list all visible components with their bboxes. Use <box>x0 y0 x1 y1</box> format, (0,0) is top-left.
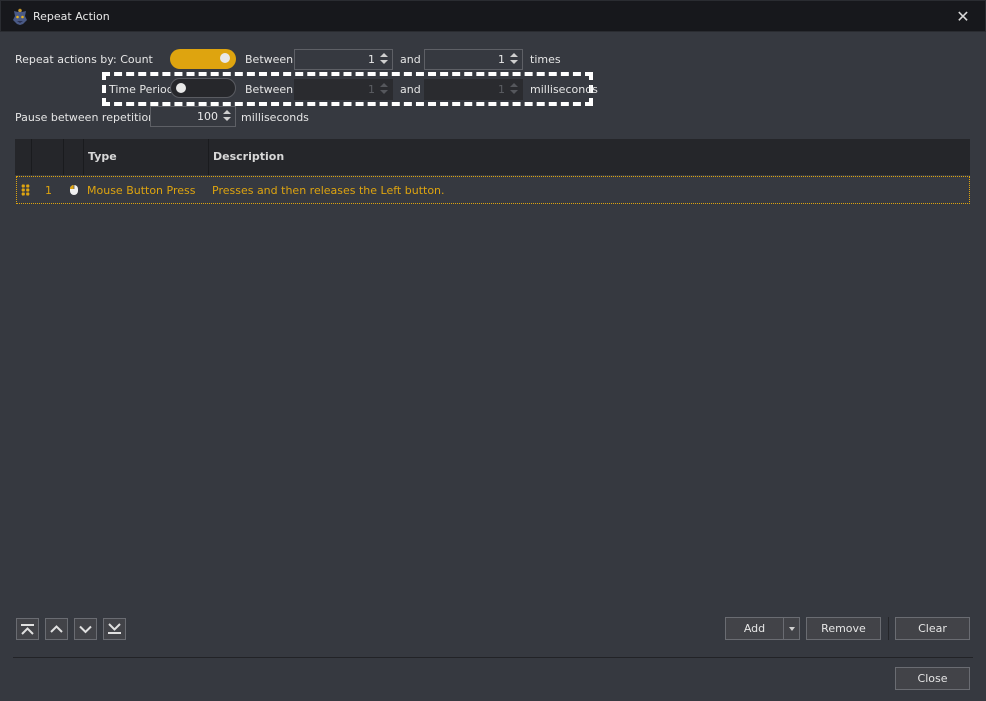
column-header-type[interactable]: Type <box>84 139 209 175</box>
add-dropdown-button[interactable] <box>783 617 800 640</box>
pause-spinbox[interactable]: 100 <box>150 106 236 127</box>
mouse-icon <box>70 185 78 195</box>
count-min-value: 1 <box>368 53 375 66</box>
count-max-spinbox[interactable]: 1 <box>424 49 523 70</box>
clear-button[interactable]: Clear <box>895 617 970 640</box>
app-logo-icon <box>13 8 27 25</box>
repeat-by-label: Repeat actions by: Count <box>15 53 153 66</box>
spin-down-icon[interactable] <box>223 117 231 121</box>
add-button[interactable]: Add <box>725 617 784 640</box>
title-bar: Repeat Action ✕ <box>0 0 986 32</box>
window-title: Repeat Action <box>33 10 110 23</box>
move-up-icon <box>50 625 63 633</box>
spin-up-icon <box>380 83 388 87</box>
count-between-label: Between <box>245 53 294 66</box>
chevron-down-icon <box>788 627 795 631</box>
column-header-description[interactable]: Description <box>209 139 970 175</box>
move-to-top-button[interactable] <box>16 618 39 640</box>
spin-down-icon[interactable] <box>510 60 518 64</box>
count-max-value: 1 <box>498 53 505 66</box>
spin-up-icon[interactable] <box>510 53 518 57</box>
time-min-spinbox[interactable]: 1 <box>294 79 393 100</box>
count-toggle[interactable] <box>170 49 236 69</box>
time-min-value: 1 <box>368 83 375 96</box>
spin-up-icon[interactable] <box>223 110 231 114</box>
move-to-bottom-icon <box>108 623 121 634</box>
row-type: Mouse Button Press <box>87 184 196 197</box>
move-to-bottom-button[interactable] <box>103 618 126 640</box>
time-max-spinbox[interactable]: 1 <box>424 79 523 100</box>
spin-up-icon[interactable] <box>380 53 388 57</box>
row-index: 1 <box>45 184 52 197</box>
move-down-icon <box>79 625 92 634</box>
time-and-label: and <box>400 83 421 96</box>
move-to-top-icon <box>21 624 34 635</box>
toggle-knob <box>176 83 186 93</box>
move-down-button[interactable] <box>74 618 97 640</box>
row-description: Presses and then releases the Left butto… <box>212 184 445 197</box>
spin-down-icon <box>510 90 518 94</box>
button-separator <box>888 617 889 640</box>
column-header-icon[interactable] <box>64 139 84 175</box>
pause-label: Pause between repetitions <box>15 111 161 124</box>
close-button[interactable]: Close <box>895 667 970 690</box>
drag-handle-icon[interactable] <box>21 184 30 196</box>
count-min-spinbox[interactable]: 1 <box>294 49 393 70</box>
time-between-label: Between <box>245 83 294 96</box>
count-and-label: and <box>400 53 421 66</box>
spin-down-icon <box>380 90 388 94</box>
footer-divider <box>13 657 973 658</box>
spin-up-icon <box>510 83 518 87</box>
column-header-index[interactable] <box>32 139 64 175</box>
move-up-button[interactable] <box>45 618 68 640</box>
time-unit-label: milliseconds <box>530 83 598 96</box>
actions-table: Type Description 1 Mouse Button Press Pr… <box>15 139 970 585</box>
table-row[interactable]: 1 Mouse Button Press Presses and then re… <box>16 176 970 204</box>
time-max-value: 1 <box>498 83 505 96</box>
column-header-grip[interactable] <box>15 139 32 175</box>
pause-value: 100 <box>197 110 218 123</box>
time-period-label: Time Period <box>109 83 174 96</box>
toggle-knob <box>220 53 230 63</box>
close-icon[interactable]: ✕ <box>953 8 973 26</box>
time-period-toggle[interactable] <box>170 78 236 98</box>
remove-button[interactable]: Remove <box>806 617 881 640</box>
pause-unit-label: milliseconds <box>241 111 309 124</box>
count-unit-label: times <box>530 53 561 66</box>
spin-down-icon[interactable] <box>380 60 388 64</box>
table-header: Type Description <box>15 139 970 175</box>
